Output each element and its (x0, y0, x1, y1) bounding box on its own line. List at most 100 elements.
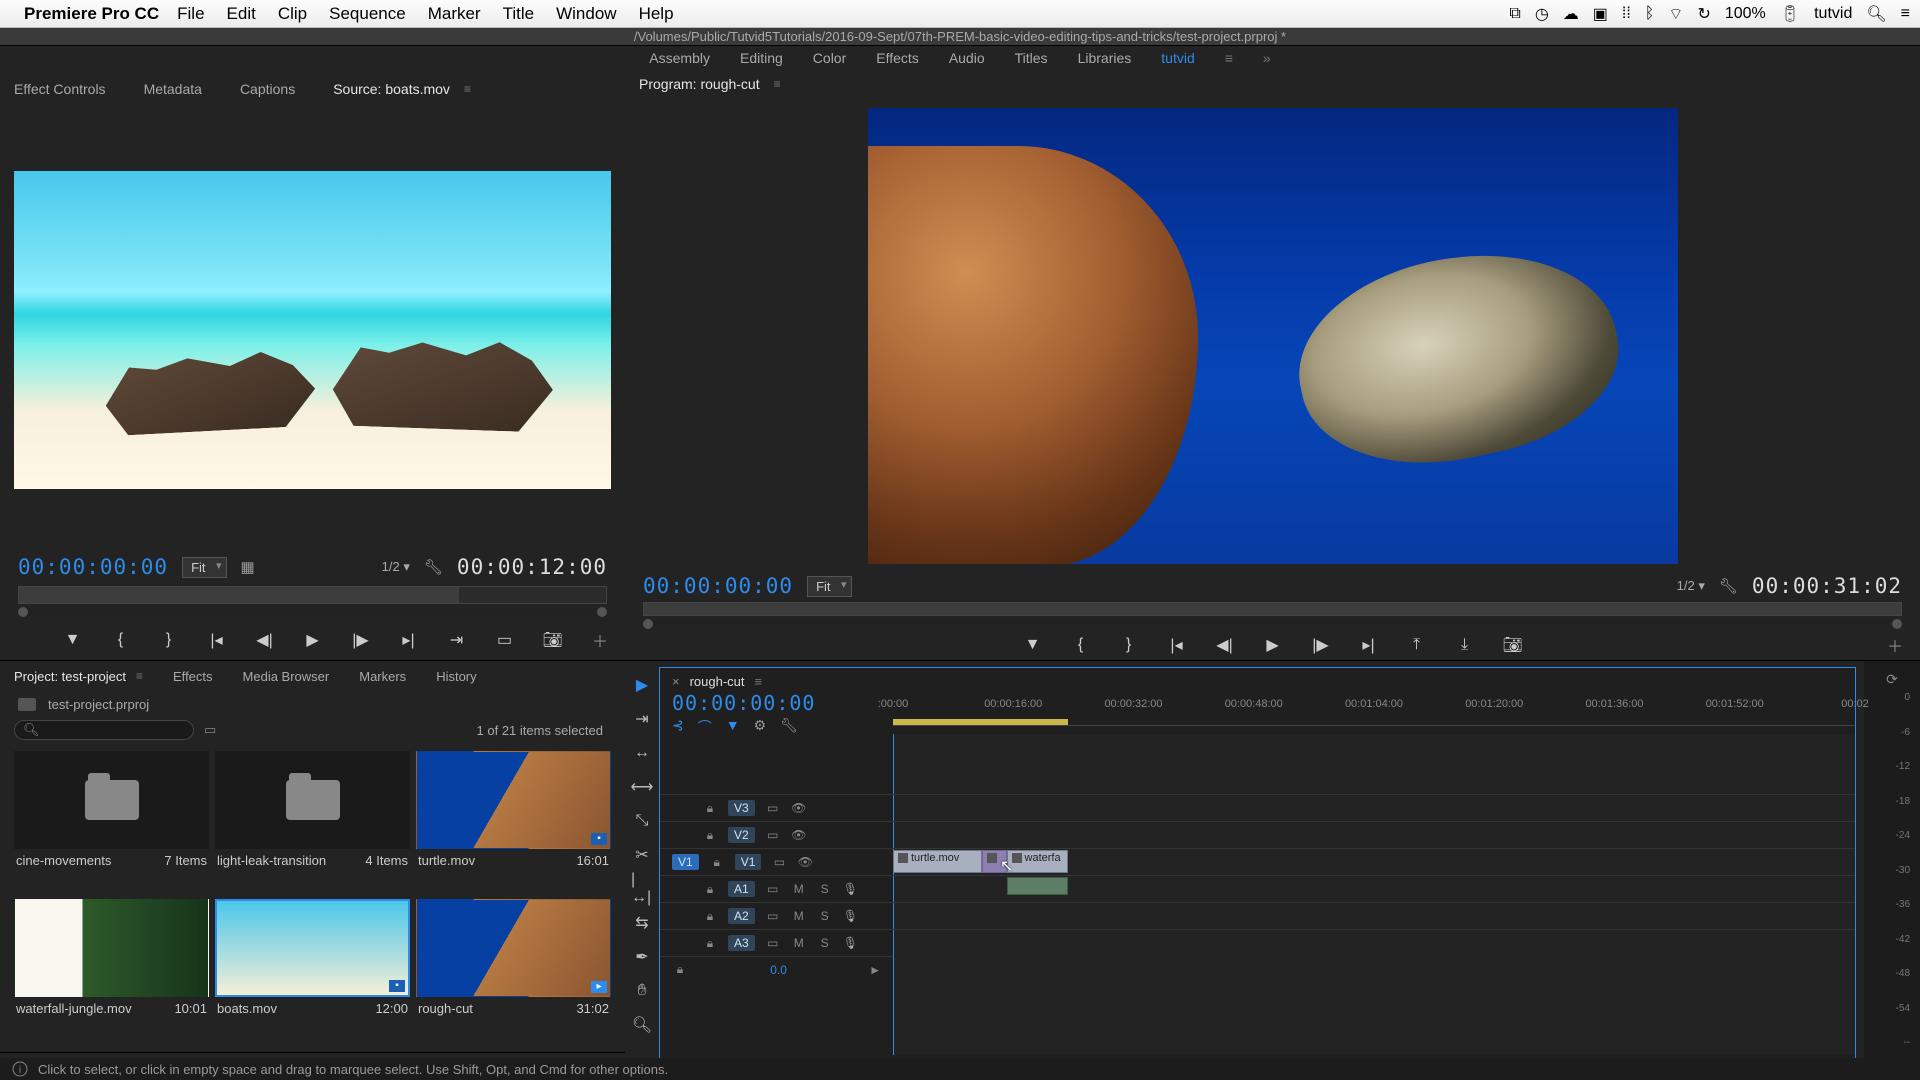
source-settings-icon[interactable]: ▦ (241, 558, 255, 576)
bin-item[interactable]: ▸rough-cut31:02 (416, 899, 611, 1041)
project-panel-menu-icon[interactable]: ≡ (136, 669, 143, 683)
workspace-assembly[interactable]: Assembly (649, 50, 710, 66)
bin-item[interactable]: ▪turtle.mov16:01 (416, 751, 611, 893)
timeline-ruler[interactable]: :00:0000:00:16:0000:00:32:0000:00:48:000… (893, 694, 1855, 726)
mark-out-icon[interactable]: } (1118, 636, 1140, 654)
track-a1[interactable]: 🔒︎A1▭MS🎙︎ (660, 875, 893, 902)
tab-source[interactable]: Source: boats.mov (333, 81, 450, 97)
timeline-panel-menu-icon[interactable]: ≡ (755, 674, 763, 689)
track-a3[interactable]: 🔒︎A3▭MS🎙︎ (660, 929, 893, 956)
tab-markers[interactable]: Markers (359, 669, 406, 684)
sync-icon[interactable]: ↻ (1697, 4, 1710, 24)
timeline-clip-area[interactable]: turtle.mov waterfa (893, 734, 1855, 1055)
bin-item[interactable]: cine-movements7 Items (14, 751, 209, 893)
rolling-tool-icon[interactable]: ⟷ (631, 777, 653, 797)
tab-media-browser[interactable]: Media Browser (243, 669, 330, 684)
workspace-menu-icon[interactable]: ≡ (1225, 50, 1233, 66)
play-icon[interactable]: ▶ (1262, 635, 1284, 655)
workspace-tutvid[interactable]: tutvid (1161, 50, 1194, 66)
goto-in-icon[interactable]: |◂ (206, 630, 228, 650)
track-v3[interactable]: 🔒︎V3▭👁︎ (660, 794, 893, 821)
source-preview[interactable] (14, 171, 611, 489)
add-marker-icon[interactable]: ▼ (1022, 636, 1044, 654)
tab-captions[interactable]: Captions (240, 81, 295, 97)
track-v1[interactable]: V1🔒︎V1▭👁︎ (660, 848, 893, 875)
source-res-select[interactable]: 1/2 ▾ (382, 559, 410, 575)
spotlight-icon[interactable]: 🔍︎ (1866, 4, 1886, 24)
ripple-tool-icon[interactable]: ↔ (631, 743, 653, 763)
tab-effects[interactable]: Effects (173, 669, 213, 684)
menu-marker[interactable]: Marker (428, 4, 481, 24)
bluetooth-icon[interactable]: ᛒ (1645, 5, 1655, 23)
add-marker-icon[interactable]: ▼ (62, 631, 84, 649)
menu-help[interactable]: Help (639, 4, 674, 24)
program-fit-select[interactable]: Fit (807, 576, 851, 597)
project-search-input[interactable]: 🔍︎ (14, 720, 194, 740)
workspace-color[interactable]: Color (813, 50, 846, 66)
menu-edit[interactable]: Edit (227, 4, 256, 24)
cc-icon[interactable]: ▣ (1593, 4, 1608, 24)
source-panel-menu-icon[interactable]: ≡ (464, 82, 471, 96)
program-tc-current[interactable]: 00:00:00:00 (643, 574, 793, 598)
export-frame-icon[interactable]: 📷︎ (542, 630, 564, 650)
program-res-select[interactable]: 1/2 ▾ (1677, 578, 1705, 594)
lift-icon[interactable]: ⤒ (1406, 636, 1428, 654)
workspace-overflow-icon[interactable]: » (1263, 50, 1271, 66)
source-tc-current[interactable]: 00:00:00:00 (18, 555, 168, 579)
mark-in-icon[interactable]: { (1070, 636, 1092, 654)
track-master[interactable]: 🔒︎0.0► (660, 956, 893, 982)
program-time-ruler[interactable] (643, 602, 1902, 616)
pen-tool-icon[interactable]: ✒︎ (631, 947, 653, 967)
timeline-close-icon[interactable]: × (672, 674, 680, 689)
project-filter-icon[interactable]: ▭ (204, 722, 216, 738)
play-icon[interactable]: ▶ (302, 630, 324, 650)
workspace-libraries[interactable]: Libraries (1078, 50, 1132, 66)
overwrite-icon[interactable]: ▭ (494, 630, 516, 650)
timeline-tc[interactable]: 00:00:00:00 (672, 691, 881, 715)
tab-program[interactable]: Program: rough-cut (639, 76, 760, 92)
insert-icon[interactable]: ⇥ (446, 630, 468, 650)
menu-clip[interactable]: Clip (278, 4, 307, 24)
program-preview[interactable] (868, 108, 1678, 564)
menu-title[interactable]: Title (503, 4, 535, 24)
workspace-titles[interactable]: Titles (1015, 50, 1048, 66)
extract-icon[interactable]: ⤓ (1454, 636, 1476, 654)
workspace-editing[interactable]: Editing (740, 50, 783, 66)
hand-tool-icon[interactable]: ✋︎ (631, 981, 653, 1001)
app-name[interactable]: Premiere Pro CC (24, 4, 159, 24)
step-fwd-icon[interactable]: |▶ (1310, 635, 1332, 655)
step-fwd-icon[interactable]: |▶ (350, 630, 372, 650)
source-zoom-scroll[interactable] (18, 608, 607, 616)
slip-tool-icon[interactable]: |↔| (631, 879, 653, 899)
track-v2[interactable]: 🔒︎V2▭👁︎ (660, 821, 893, 848)
button-editor-icon[interactable]: ＋ (589, 628, 611, 652)
program-zoom-scroll[interactable] (643, 620, 1902, 626)
track-a2[interactable]: 🔒︎A2▭MS🎙︎ (660, 902, 893, 929)
razor-tool-icon[interactable]: ✂︎ (631, 845, 653, 865)
step-back-icon[interactable]: ◀| (1214, 635, 1236, 655)
sequence-name[interactable]: rough-cut (690, 674, 745, 689)
timeline-clip[interactable] (982, 850, 1007, 873)
export-frame-icon[interactable]: 📷︎ (1502, 635, 1524, 655)
battery-icon[interactable]: 🔋︎ (1780, 4, 1800, 24)
goto-in-icon[interactable]: |◂ (1166, 635, 1188, 655)
bin-item[interactable]: light-leak-transition4 Items (215, 751, 410, 893)
workspace-effects[interactable]: Effects (876, 50, 919, 66)
track-select-tool-icon[interactable]: ⇥ (631, 709, 653, 729)
step-back-icon[interactable]: ◀| (254, 630, 276, 650)
apps-icon[interactable]: ⁞⁞ (1622, 5, 1631, 23)
screencast-icon[interactable]: ⧉ (1509, 5, 1520, 23)
selection-tool-icon[interactable]: ▶ (631, 675, 653, 695)
program-panel-menu-icon[interactable]: ≡ (774, 77, 781, 91)
menu-window[interactable]: Window (556, 4, 616, 24)
source-fit-select[interactable]: Fit (182, 557, 226, 578)
timeline-clip[interactable]: turtle.mov (893, 850, 982, 873)
source-time-ruler[interactable] (18, 586, 607, 604)
timeline-clip[interactable]: waterfa (1007, 850, 1069, 873)
zoom-tool-icon[interactable]: 🔍︎ (631, 1015, 653, 1035)
program-wrench-icon[interactable]: 🔧︎ (1719, 577, 1738, 595)
mark-in-icon[interactable]: { (110, 631, 132, 649)
hamburger-icon[interactable]: ≡ (1901, 5, 1910, 23)
tab-metadata[interactable]: Metadata (144, 81, 202, 97)
bin-item[interactable]: ▪boats.mov12:00 (215, 899, 410, 1041)
